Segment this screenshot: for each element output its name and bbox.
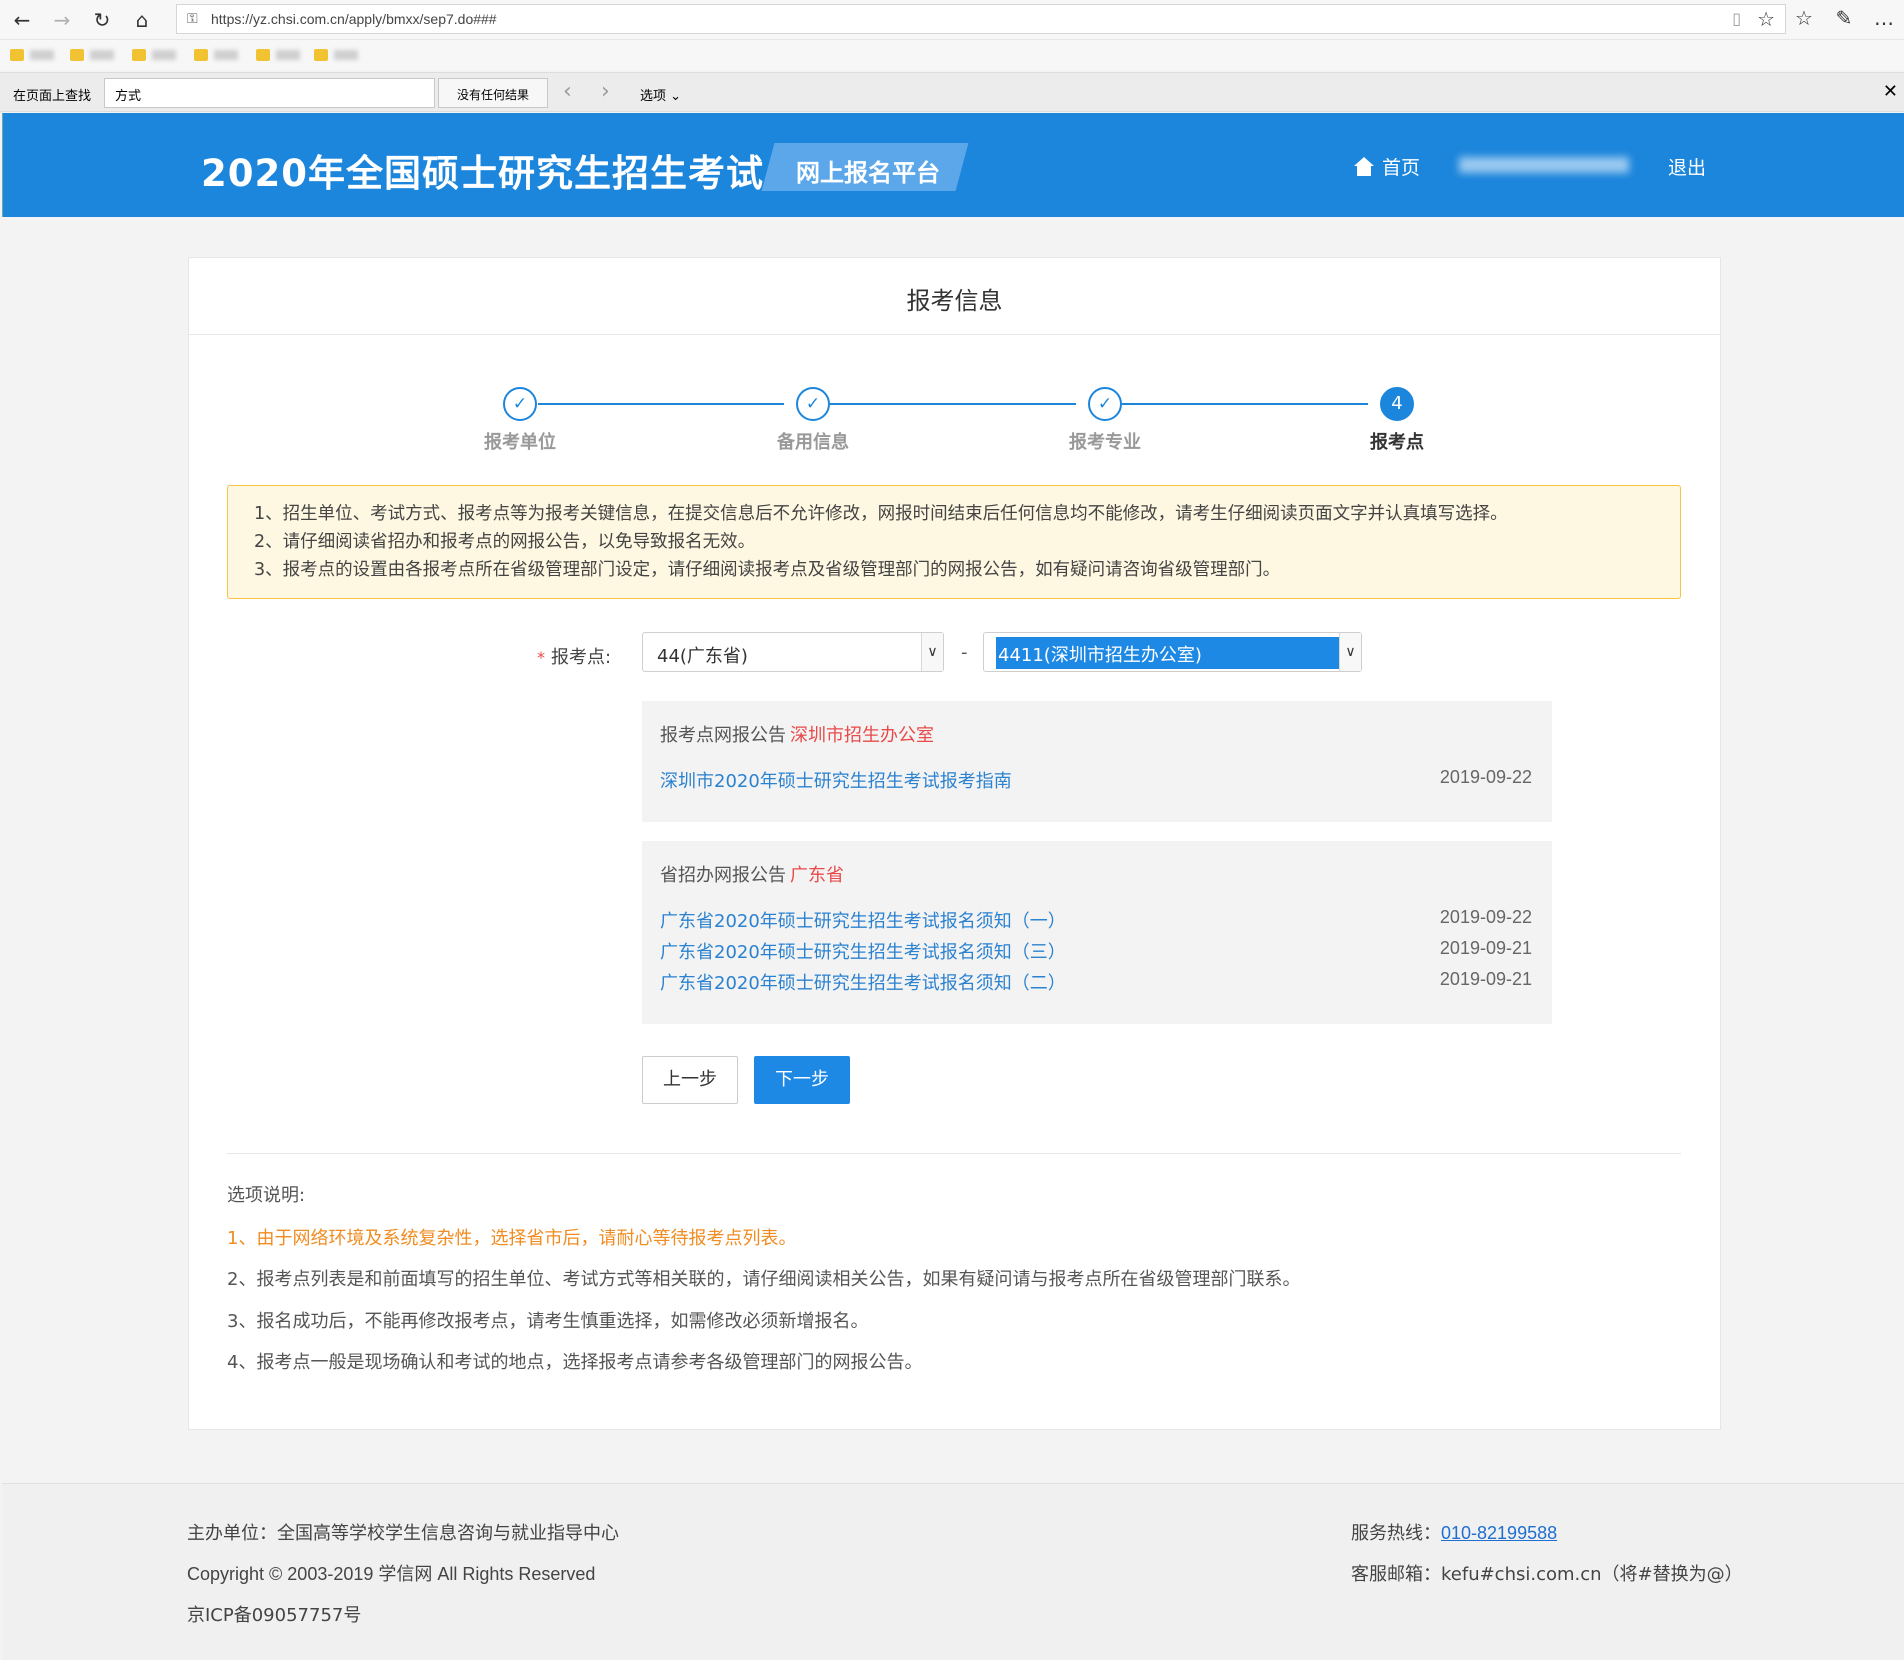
divider <box>227 1153 1681 1154</box>
step-4-number: 4 <box>1380 387 1414 421</box>
more-icon[interactable]: … <box>1864 6 1904 30</box>
footer-copyright: Copyright © 2003-2019 学信网 All Rights Res… <box>187 1564 596 1584</box>
footer-hotline: 服务热线：010-82199588 <box>1351 1523 1558 1544</box>
exam-site-select[interactable]: 4411(深圳市招生办公室) ∨ <box>983 632 1362 672</box>
star-icon[interactable]: ☆ <box>1757 7 1775 31</box>
help-item: 3、报名成功后，不能再修改报考点，请考生慎重选择，如需修改必须新增报名。 <box>227 1311 869 1332</box>
logout-link[interactable]: 退出 <box>1668 153 1706 180</box>
step-2-check-icon: ✓ <box>796 387 830 421</box>
find-previous-icon[interactable]: ‹ <box>563 79 572 104</box>
announcement-date: 2019-09-22 <box>1439 767 1532 787</box>
announcement-date: 2019-09-22 <box>1439 907 1532 927</box>
favorite-item[interactable] <box>314 49 358 61</box>
help-item: 1、由于网络环境及系统复杂性，选择省市后，请耐心等待报考点列表。 <box>227 1228 797 1249</box>
notice-line: 3、报考点的设置由各报考点所在省级管理部门设定，请仔细阅读报考点及省级管理部门的… <box>254 560 1281 580</box>
favorite-item[interactable] <box>194 49 238 61</box>
url-text[interactable]: https://yz.chsi.com.cn/apply/bmxx/sep7.d… <box>211 11 497 27</box>
help-item: 4、报考点一般是现场确认和考试的地点，选择报考点请参考各级管理部门的网报公告。 <box>227 1352 923 1373</box>
step-connector <box>538 403 784 405</box>
site-footer: 主办单位：全国高等学校学生信息咨询与就业指导中心 Copyright © 200… <box>2 1483 1904 1660</box>
list-item: 广东省2020年硕士研究生招生考试报名须知（一） 2019-09-22 <box>660 907 1534 938</box>
notice-line: 1、招生单位、考试方式、报考点等为报考关键信息，在提交信息后不允许修改，网报时间… <box>254 504 1508 524</box>
step-1-check-icon: ✓ <box>503 387 537 421</box>
list-item: 广东省2020年硕士研究生招生考试报名须知（三） 2019-09-21 <box>660 938 1534 969</box>
reading-view-icon[interactable]: ▯ <box>1732 9 1741 28</box>
notice-box: 1、招生单位、考试方式、报考点等为报考关键信息，在提交信息后不允许修改，网报时间… <box>227 485 1681 599</box>
favorites-bar <box>0 40 1904 70</box>
page-title: 报考信息 <box>189 258 1720 335</box>
announcement-date: 2019-09-21 <box>1439 969 1532 989</box>
announcement-link[interactable]: 广东省2020年硕士研究生招生考试报名须知（三） <box>660 938 1066 964</box>
home-link[interactable]: 首页 <box>1354 153 1420 180</box>
hotline-link[interactable]: 010-82199588 <box>1441 1523 1557 1543</box>
user-email-redacted <box>1459 157 1629 173</box>
favorite-item[interactable] <box>70 49 114 61</box>
next-step-button[interactable]: 下一步 <box>754 1056 850 1104</box>
step-connector <box>1122 403 1368 405</box>
footer-icp[interactable]: 京ICP备09057757号 <box>187 1601 361 1627</box>
notice-line: 2、请仔细阅读省招办和报考点的网报公告，以免导致报名无效。 <box>254 532 756 552</box>
announcement-link[interactable]: 深圳市2020年硕士研究生招生考试报考指南 <box>660 767 1012 793</box>
folder-icon <box>314 49 328 61</box>
folder-icon <box>256 49 270 61</box>
find-input[interactable]: 方式 <box>104 78 435 108</box>
help-title: 选项说明: <box>227 1185 306 1206</box>
step-1-label: 报考单位 <box>484 432 556 453</box>
list-item: 广东省2020年硕士研究生招生考试报名须知（二） 2019-09-21 <box>660 969 1534 1000</box>
folder-icon <box>70 49 84 61</box>
find-options-button[interactable]: 选项 ⌄ <box>640 85 681 104</box>
help-item: 2、报考点列表是和前面填写的招生单位、考试方式等相关联的，请仔细阅读相关公告，如… <box>227 1269 1301 1290</box>
favorite-item[interactable] <box>132 49 176 61</box>
find-label: 在页面上查找 <box>13 89 92 104</box>
announcement-heading: 报考点网报公告 深圳市招生办公室 <box>660 725 934 746</box>
province-announcements: 省招办网报公告 广东省 广东省2020年硕士研究生招生考试报名须知（一） 2019… <box>642 841 1552 1024</box>
exam-site-label: * 报考点: <box>537 647 612 668</box>
announcement-date: 2019-09-21 <box>1439 938 1532 958</box>
close-icon[interactable]: ✕ <box>1883 81 1898 102</box>
step-3-label: 报考专业 <box>1069 432 1141 453</box>
site-title: 2020年全国硕士研究生招生考试 <box>201 152 764 195</box>
browser-toolbar: ← → ↻ ⌂ ⚿ https://yz.chsi.com.cn/apply/b… <box>0 0 1904 40</box>
announcement-link[interactable]: 广东省2020年硕士研究生招生考试报名须知（二） <box>660 969 1066 995</box>
home-icon <box>1354 156 1374 177</box>
folder-icon <box>132 49 146 61</box>
pen-icon[interactable]: ✎ <box>1824 6 1864 30</box>
platform-label: 网上报名平台 <box>796 159 940 187</box>
chevron-down-icon: ∨ <box>1339 633 1361 671</box>
site-header: 2020年全国硕士研究生招生考试 网上报名平台 首页 退出 <box>2 113 1904 217</box>
step-2-label: 备用信息 <box>777 432 849 453</box>
site-announcements: 报考点网报公告 深圳市招生办公室 深圳市2020年硕士研究生招生考试报考指南 20… <box>642 701 1552 822</box>
footer-sponsor: 主办单位：全国高等学校学生信息咨询与就业指导中心 <box>187 1523 619 1544</box>
home-icon[interactable]: ⌂ <box>128 6 156 34</box>
favorites-icon[interactable]: ☆ <box>1784 6 1824 30</box>
address-bar[interactable]: ⚿ https://yz.chsi.com.cn/apply/bmxx/sep7… <box>176 4 1786 34</box>
find-result: 没有任何结果 <box>438 78 548 108</box>
previous-step-button[interactable]: 上一步 <box>642 1056 738 1104</box>
chevron-down-icon: ⌄ <box>670 89 682 104</box>
footer-email: 客服邮箱：kefu#chsi.com.cn（将#替换为@） <box>1351 1564 1743 1585</box>
required-mark: * <box>537 648 545 667</box>
province-select[interactable]: 44(广东省) ∨ <box>642 632 944 672</box>
lock-icon: ⚿ <box>187 11 198 27</box>
find-bar: 在页面上查找 方式 没有任何结果 ‹ › 选项 ⌄ ✕ <box>0 72 1904 112</box>
list-item: 深圳市2020年硕士研究生招生考试报考指南 2019-09-22 <box>660 767 1534 798</box>
favorite-item[interactable] <box>256 49 300 61</box>
step-3-check-icon: ✓ <box>1088 387 1122 421</box>
select-separator: - <box>961 642 968 663</box>
browser-tools: ☆ ✎ … <box>1784 6 1904 30</box>
announcement-link[interactable]: 广东省2020年硕士研究生招生考试报名须知（一） <box>660 907 1066 933</box>
find-next-icon[interactable]: › <box>601 79 610 104</box>
back-icon[interactable]: ← <box>8 6 36 34</box>
step-4-label: 报考点 <box>1370 432 1424 453</box>
step-connector <box>830 403 1076 405</box>
chevron-down-icon: ∨ <box>921 633 943 671</box>
announcement-heading: 省招办网报公告 广东省 <box>660 865 844 886</box>
folder-icon <box>10 49 24 61</box>
folder-icon <box>194 49 208 61</box>
refresh-icon[interactable]: ↻ <box>88 6 116 34</box>
forward-icon[interactable]: → <box>48 6 76 34</box>
favorite-item[interactable] <box>10 49 54 61</box>
